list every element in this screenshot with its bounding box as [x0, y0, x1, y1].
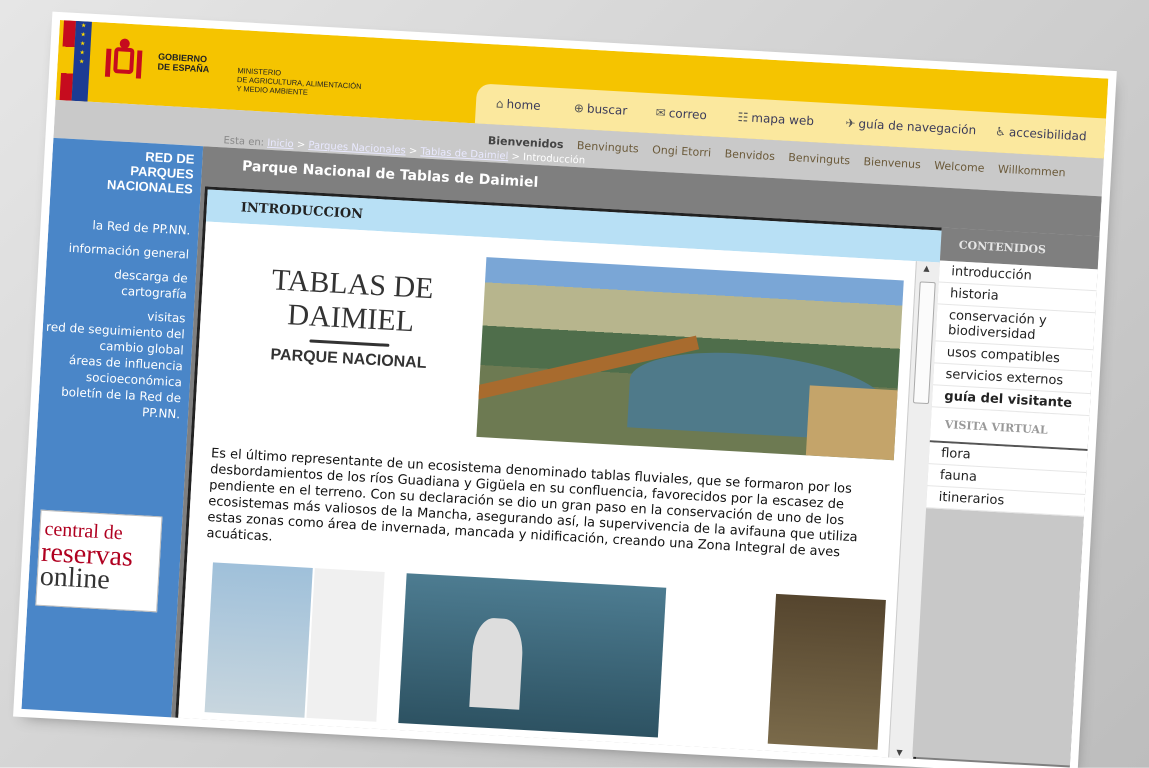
browser-page: ★ ★ ★ ★ ★ GOBIERNO DE ESPAÑA MINISTERIO DE AG… [21, 20, 1109, 768]
guia-navegacion-link[interactable]: ✈ guía de navegación [845, 116, 976, 137]
buscar-link[interactable]: ⊕ buscar [574, 101, 628, 118]
reservas-online-banner[interactable]: central de reservas online [35, 509, 163, 613]
lang-ongi-etorri[interactable]: Ongi Etorri [652, 143, 712, 159]
eu-flag-strip: ★ ★ ★ ★ ★ [71, 20, 92, 102]
content-frame: INTRODUCCION TABLAS DE DAIMIEL PARQUE NA… [175, 186, 946, 763]
lang-welcome[interactable]: Welcome [934, 159, 985, 175]
home-icon: ⌂ [495, 96, 505, 111]
sidebar-item-boletin[interactable]: boletín de la Red de PP.NN. [38, 382, 182, 422]
gobierno-label[interactable]: GOBIERNO DE ESPAÑA [157, 52, 210, 75]
accessibility-icon: ♿ [994, 124, 1007, 139]
search-globe-icon: ⊕ [573, 100, 585, 116]
lang-bienvenus[interactable]: Bienvenus [863, 155, 921, 171]
breadcrumb-sep: > [511, 151, 521, 163]
breadcrumb-sep: > [408, 145, 418, 158]
grebe-photo [398, 573, 667, 738]
breadcrumb-label: Esta en: [223, 135, 265, 149]
park-title: Parque Nacional de Tablas de Daimiel [241, 158, 539, 191]
lang-benvinguts-2[interactable]: Benvinguts [788, 151, 850, 167]
scroll-down-icon[interactable]: ▼ [896, 748, 903, 757]
sidebar-item-red[interactable]: la Red de PP.NN. [48, 215, 191, 239]
sidebar-title[interactable]: RED DE PARQUES NACIONALES [51, 138, 204, 197]
sidebar-item-cartografia[interactable]: descarga de cartografía [45, 263, 189, 303]
mapa-web-link[interactable]: ☷ mapa web [737, 110, 814, 128]
flower-photo [767, 593, 886, 750]
main-area: Parque Nacional de Tablas de Daimiel INT… [170, 146, 1102, 768]
accesibilidad-link[interactable]: ♿ accesibilidad [995, 124, 1087, 143]
boardwalk-photo [476, 257, 904, 461]
ministerio-label[interactable]: MINISTERIO DE AGRICULTURA, ALIMENTACIÓN … [236, 66, 407, 102]
scroll-up-icon[interactable]: ▲ [923, 264, 930, 273]
intro-paragraph: Es el último representante de un ecosist… [206, 446, 859, 561]
tablas-logo: TABLAS DE DAIMIEL PARQUE NACIONAL [270, 263, 435, 372]
lang-bienvenidos[interactable]: Bienvenidos [488, 134, 564, 151]
correo-link[interactable]: ✉ correo [655, 105, 707, 122]
lang-benvidos[interactable]: Benvidos [724, 147, 775, 163]
sitemap-icon: ☷ [737, 109, 749, 125]
home-link[interactable]: ⌂ home [496, 96, 541, 112]
breadcrumb-sep: > [296, 139, 306, 151]
lang-benvinguts[interactable]: Benvinguts [577, 139, 639, 155]
content-body: TABLAS DE DAIMIEL PARQUE NACIONAL Es el … [178, 221, 917, 759]
right-panel: CONTENIDOS introducción historia conserv… [912, 227, 1100, 766]
coat-of-arms-icon [104, 38, 143, 79]
navigation-icon: ✈ [845, 116, 856, 131]
mail-icon: ✉ [655, 105, 667, 120]
breadcrumb-inicio[interactable]: Inicio [267, 138, 294, 150]
section-title: INTRODUCCION [240, 200, 364, 223]
photo-spacer [306, 568, 385, 722]
plant-photo [204, 562, 313, 718]
sidebar-item-informacion[interactable]: información general [47, 239, 190, 263]
lang-willkommen[interactable]: Willkommen [998, 163, 1066, 180]
